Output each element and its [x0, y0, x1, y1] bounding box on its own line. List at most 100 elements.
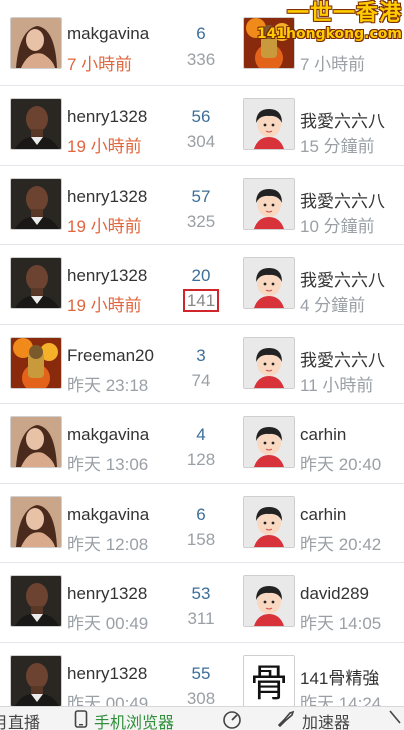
post-time: 19 小時前	[67, 216, 142, 236]
thread-list: makgavina 7 小時前 6 336 7 小時前 henry1328 19 小時前 56…	[0, 0, 404, 722]
download-button[interactable]	[388, 709, 404, 730]
last-poster-default-avatar[interactable]	[243, 495, 295, 548]
view-count-value: 336	[186, 50, 216, 69]
view-count: 325	[168, 212, 234, 232]
view-count: 304	[168, 132, 234, 152]
view-count-value: 74	[191, 370, 211, 390]
author-name[interactable]: henry1328	[67, 584, 159, 604]
post-time: 昨天 13:06	[67, 455, 149, 474]
author-name[interactable]: henry1328	[67, 187, 159, 207]
view-count-value: 158	[186, 529, 216, 549]
bottom-toolbar: 月直播 手机浏览器 加速器	[0, 706, 404, 730]
thread-row[interactable]: Freeman20 昨天 23:18 3 74 我愛六六八 11 小時前	[0, 324, 404, 404]
live-label: 月直播	[0, 715, 41, 730]
thread-row[interactable]: makgavina 昨天 12:08 6 158 carhin 昨天 20:42	[0, 483, 404, 563]
rocket-icon	[276, 710, 296, 730]
last-poster-name[interactable]: david289	[300, 584, 404, 604]
view-count: 336	[168, 50, 234, 70]
author-name[interactable]: makgavina	[67, 24, 159, 44]
svg-text:骨: 骨	[250, 661, 288, 705]
reply-count: 3	[196, 345, 206, 365]
author-man-avatar[interactable]	[10, 654, 62, 707]
reply-count: 56	[191, 107, 211, 126]
last-poster-name[interactable]: 我愛六六八	[300, 107, 404, 132]
view-count: 128	[168, 450, 234, 470]
author-man-avatar[interactable]	[10, 257, 62, 309]
thread-row[interactable]: makgavina 昨天 13:06 4 128 carhin 昨天 20:40	[0, 404, 404, 484]
last-poster-name[interactable]: carhin	[300, 425, 404, 445]
thread-row[interactable]: henry1328 19 小時前 57 325 我愛六六八 10 分鐘前	[0, 165, 404, 245]
reply-count: 55	[191, 663, 211, 683]
post-time: 昨天 00:49	[67, 614, 149, 633]
reply-count: 20	[191, 266, 211, 285]
last-poster-default-avatar[interactable]	[243, 575, 295, 627]
author-woman-avatar[interactable]	[10, 495, 62, 548]
reply-count: 6	[196, 24, 206, 43]
last-poster-name[interactable]: 141骨精強	[300, 664, 404, 689]
last-poster-default-avatar[interactable]	[243, 177, 295, 230]
reply-count: 53	[191, 584, 211, 603]
last-poster-default-avatar[interactable]	[243, 98, 295, 150]
thread-row[interactable]: henry1328 昨天 00:49 53 311 david289 昨天 14:05	[0, 563, 404, 643]
accelerator-label: 加速器	[302, 715, 351, 730]
mobile-browser-button[interactable]: 手机浏览器	[74, 709, 174, 730]
reply-count: 57	[191, 186, 211, 206]
view-count-value: 141	[182, 289, 220, 312]
last-post-time: 4 分鐘前	[300, 296, 366, 315]
reply-count: 4	[196, 425, 206, 444]
author-man-avatar[interactable]	[10, 98, 62, 150]
view-count-value: 304	[186, 132, 216, 151]
site-logo[interactable]: 一世一香港 141hongkong.com	[248, 2, 402, 46]
last-poster-bone-char-avatar[interactable]: 骨	[243, 654, 295, 707]
logo-text: 一世一香港	[286, 1, 402, 26]
author-name[interactable]: henry1328	[67, 664, 159, 684]
mobile-browser-label: 手机浏览器	[94, 715, 175, 730]
speed-button[interactable]	[221, 709, 249, 730]
last-poster-default-avatar[interactable]	[243, 416, 295, 468]
view-count-value: 311	[187, 609, 215, 628]
author-name[interactable]: henry1328	[67, 107, 159, 127]
author-firefighter-avatar[interactable]	[10, 336, 62, 389]
view-count-value: 128	[186, 450, 216, 469]
thread-row[interactable]: henry1328 19 小時前 20 141 我愛六六八 4 分鐘前	[0, 245, 404, 325]
view-count: 158	[168, 530, 234, 550]
last-post-time: 15 分鐘前	[300, 137, 375, 156]
post-time: 19 小時前	[67, 296, 142, 315]
logo-url: 141hongkong.com	[256, 26, 402, 42]
reply-count: 6	[196, 504, 206, 524]
last-post-time: 昨天 20:40	[300, 455, 382, 474]
author-man-avatar[interactable]	[10, 177, 62, 230]
view-count: 74	[168, 371, 234, 391]
author-name[interactable]: makgavina	[67, 425, 159, 445]
post-time: 7 小時前	[67, 55, 133, 74]
post-time: 昨天 12:08	[67, 534, 149, 554]
last-post-time: 昨天 14:05	[300, 614, 382, 633]
speed-icon	[221, 709, 243, 730]
last-poster-default-avatar[interactable]	[243, 257, 295, 309]
author-man-avatar[interactable]	[10, 575, 62, 627]
download-icon	[388, 709, 402, 730]
live-button[interactable]: 月直播	[0, 709, 40, 730]
last-poster-default-avatar[interactable]	[243, 336, 295, 389]
accelerator-button[interactable]: 加速器	[276, 709, 350, 730]
view-count-value: 325	[186, 211, 216, 231]
last-post-time: 7 小時前	[300, 55, 366, 74]
last-poster-name[interactable]: 我愛六六八	[300, 346, 404, 371]
view-count: 141	[168, 289, 234, 312]
last-poster-name[interactable]: 我愛六六八	[300, 187, 404, 212]
view-count: 311	[168, 609, 234, 629]
author-name[interactable]: Freeman20	[67, 346, 159, 366]
thread-row[interactable]: henry1328 19 小時前 56 304 我愛六六八 15 分鐘前	[0, 86, 404, 166]
author-name[interactable]: makgavina	[67, 505, 159, 525]
author-woman-avatar[interactable]	[10, 416, 62, 468]
last-post-time: 昨天 20:42	[300, 534, 382, 554]
last-poster-name[interactable]: carhin	[300, 505, 404, 525]
author-name[interactable]: henry1328	[67, 266, 159, 286]
last-post-time: 11 小時前	[300, 375, 374, 395]
last-poster-name[interactable]: 我愛六六八	[300, 266, 404, 291]
post-time: 昨天 23:18	[67, 375, 149, 395]
last-post-time: 10 分鐘前	[300, 216, 375, 236]
post-time: 19 小時前	[67, 137, 142, 156]
author-woman-avatar[interactable]	[10, 17, 62, 69]
phone-icon	[74, 709, 88, 730]
